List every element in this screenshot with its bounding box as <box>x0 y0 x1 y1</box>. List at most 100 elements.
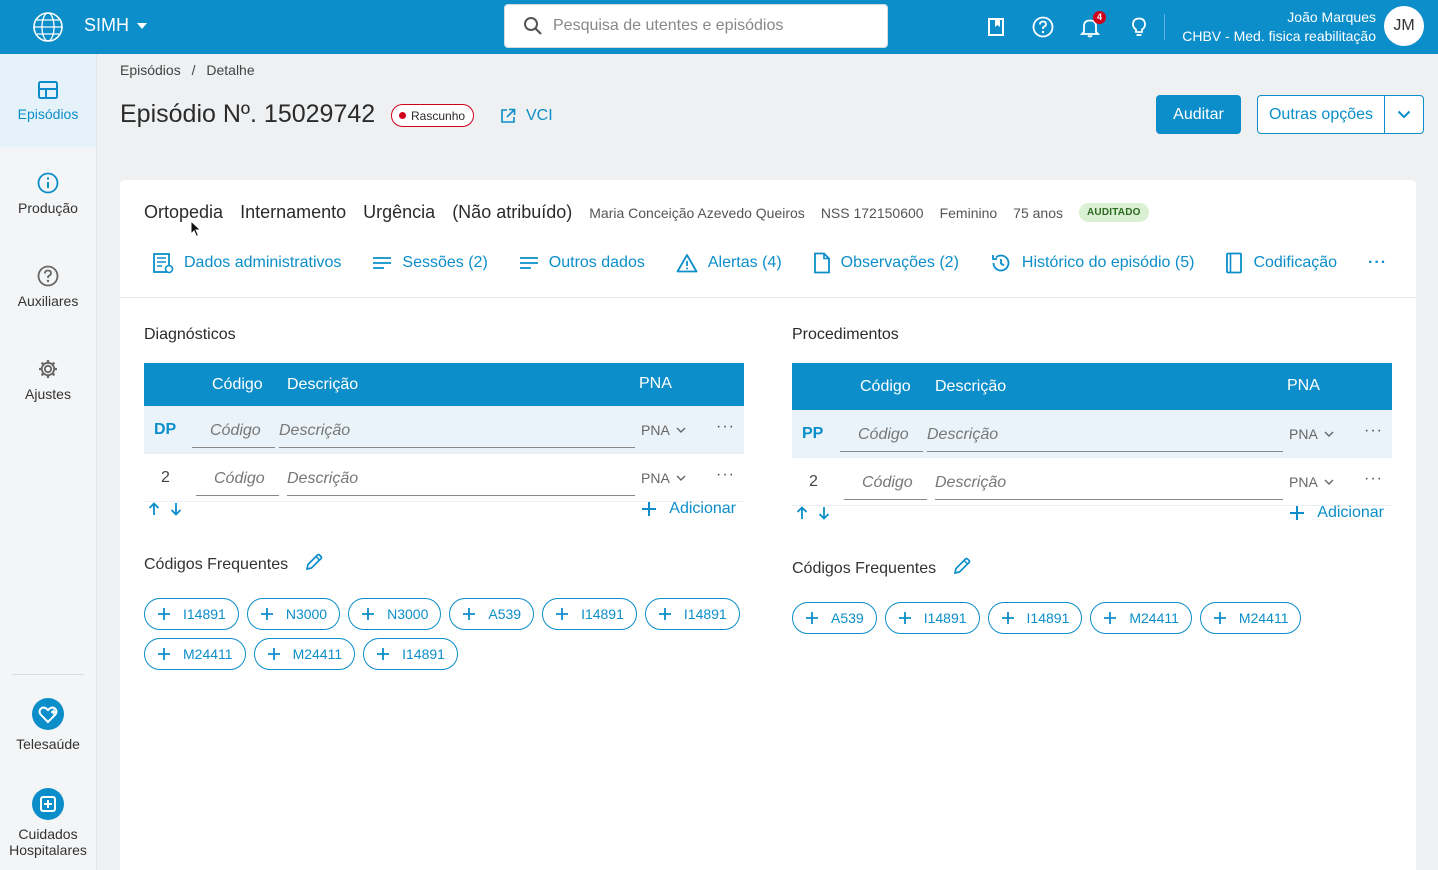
frequent-code-chip[interactable]: I14891 <box>987 602 1083 634</box>
add-diagnostico-button[interactable]: Adicionar <box>641 500 736 518</box>
tab-observacoes[interactable]: Observações (2) <box>813 252 959 274</box>
chip-label: M24411 <box>1129 610 1179 626</box>
patient-age: 75 anos <box>1013 204 1063 221</box>
tab-codificacao[interactable]: Codificação <box>1225 252 1337 274</box>
row-more-button[interactable]: ··· <box>1364 470 1383 488</box>
sidebar-item-label: Auxiliares <box>17 293 79 309</box>
globe-logo-icon[interactable] <box>32 11 64 43</box>
user-info[interactable]: João Marques CHBV - Med. fisica reabilit… <box>1182 8 1376 46</box>
tab-label: Outros dados <box>548 254 645 271</box>
help-icon <box>0 265 96 287</box>
breadcrumb-parent[interactable]: Episódios <box>120 62 181 78</box>
frequent-code-chip[interactable]: M24411 <box>1090 602 1192 634</box>
lightbulb-icon[interactable] <box>1126 14 1152 40</box>
frequent-code-chip[interactable]: N3000 <box>348 598 442 630</box>
sidebar-item-cuidados-hospitalares[interactable]: Cuidados Hospitalares <box>0 788 96 858</box>
plus-icon <box>1104 612 1117 624</box>
other-options-button: Outras opções <box>1257 95 1424 134</box>
add-procedimento-button[interactable]: Adicionar <box>1289 504 1384 522</box>
row-more-button[interactable]: ··· <box>1364 422 1383 440</box>
add-label: Adicionar <box>669 500 736 517</box>
frequent-code-chip[interactable]: M24411 <box>144 638 246 670</box>
frequent-code-chip[interactable]: I14891 <box>144 598 239 630</box>
frequent-code-chip[interactable]: I14891 <box>363 638 458 670</box>
chevron-down-icon <box>676 475 686 481</box>
plus-icon <box>260 608 273 620</box>
frequent-code-chip[interactable]: N3000 <box>246 598 341 630</box>
bell-icon[interactable]: 4 <box>1077 11 1106 40</box>
description-input[interactable] <box>935 466 1283 500</box>
plus-icon <box>658 608 671 620</box>
plus-icon <box>1001 612 1014 624</box>
avatar[interactable]: JM <box>1384 6 1424 46</box>
episode-assignment: (Não atribuído) <box>452 202 573 222</box>
tab-dados-administrativos[interactable]: Dados administrativos <box>152 252 341 274</box>
user-name: João Marques <box>1287 9 1376 25</box>
chevron-down-icon[interactable] <box>1385 96 1423 133</box>
sidebar-item-episodios[interactable]: Episódios <box>0 54 96 147</box>
vci-link[interactable]: VCI <box>500 107 553 125</box>
tab-historico[interactable]: Histórico do episódio (5) <box>990 252 1194 274</box>
sidebar-item-ajustes[interactable]: Ajustes <box>0 358 96 402</box>
frequent-code-chip[interactable]: M24411 <box>1199 602 1302 634</box>
sidebar-item-telesaude[interactable]: Telesaúde <box>0 698 96 752</box>
description-input[interactable] <box>279 414 635 448</box>
description-input[interactable] <box>287 462 635 496</box>
frequent-code-chip[interactable]: M24411 <box>253 638 356 670</box>
row-more-button[interactable]: ··· <box>716 466 735 484</box>
code-input[interactable] <box>844 466 927 500</box>
table-row: 2 PNA ··· <box>792 458 1392 506</box>
sidebar-item-auxiliares[interactable]: Auxiliares <box>0 265 96 309</box>
help-icon[interactable] <box>1030 14 1056 40</box>
hospital-plus-icon <box>0 788 96 820</box>
tab-label: Alertas (4) <box>707 254 782 271</box>
book-icon[interactable] <box>983 14 1009 40</box>
divider <box>1164 14 1165 40</box>
code-input[interactable] <box>196 462 279 496</box>
plus-icon <box>806 612 818 624</box>
breadcrumb-separator: / <box>191 62 196 78</box>
divider <box>120 297 1416 298</box>
tab-outros-dados[interactable]: Outros dados <box>519 254 645 272</box>
row-label: 2 <box>161 469 170 486</box>
vci-label: VCI <box>526 107 553 124</box>
pna-select[interactable]: PNA <box>641 470 686 486</box>
tab-sessoes[interactable]: Sessões (2) <box>372 254 488 272</box>
code-input[interactable] <box>192 414 275 448</box>
top-bar: SIMH 4 João Marques CHBV - Med. fisica r… <box>0 0 1438 54</box>
sidebar-item-label: Ajustes <box>25 386 71 402</box>
plus-icon <box>1213 612 1226 624</box>
arrow-down-icon[interactable] <box>170 502 182 521</box>
diagnosticos-title: Diagnósticos <box>144 326 236 343</box>
search-input[interactable] <box>553 17 873 35</box>
pna-select[interactable]: PNA <box>1289 426 1334 442</box>
sidebar-item-producao[interactable]: Produção <box>0 172 96 216</box>
pna-select[interactable]: PNA <box>641 422 686 438</box>
breadcrumb: Episódios / Detalhe <box>120 62 255 78</box>
arrow-up-icon[interactable] <box>796 506 808 525</box>
other-options-main[interactable]: Outras opções <box>1258 96 1385 133</box>
chip-label: M24411 <box>183 646 233 662</box>
sidebar-item-label: Produção <box>18 200 78 216</box>
pna-value: PNA <box>641 422 670 438</box>
pencil-icon[interactable] <box>952 556 972 581</box>
pna-select[interactable]: PNA <box>1289 474 1334 490</box>
pencil-icon[interactable] <box>304 552 324 577</box>
chip-label: I14891 <box>1026 610 1070 626</box>
frequent-code-chip[interactable]: I14891 <box>542 598 637 630</box>
frequent-code-chip[interactable]: I14891 <box>884 602 980 634</box>
frequent-code-chip[interactable]: A539 <box>449 598 535 630</box>
arrow-down-icon[interactable] <box>818 506 830 525</box>
app-switcher[interactable]: SIMH <box>84 15 147 36</box>
code-input[interactable] <box>840 418 923 452</box>
frequent-code-chip[interactable]: I14891 <box>644 598 740 630</box>
tab-alertas[interactable]: Alertas (4) <box>676 253 782 273</box>
audit-button[interactable]: Auditar <box>1156 95 1241 134</box>
page-title: Episódio Nº. 15029742 <box>120 100 376 128</box>
frequent-code-chip[interactable]: A539 <box>792 602 877 634</box>
arrow-up-icon[interactable] <box>148 502 160 521</box>
description-input[interactable] <box>927 418 1283 452</box>
row-more-button[interactable]: ··· <box>716 418 735 436</box>
heart-plus-icon <box>0 698 96 730</box>
tabs-more-button[interactable]: ··· <box>1368 254 1387 272</box>
